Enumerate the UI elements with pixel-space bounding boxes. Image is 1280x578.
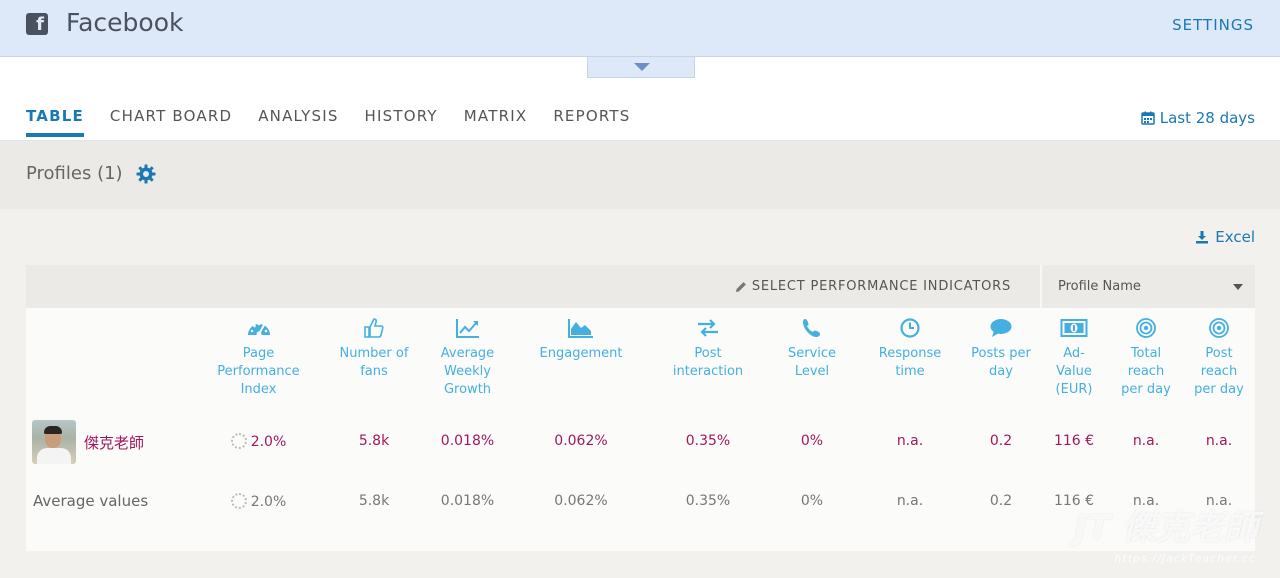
collapse-toggle[interactable] [587,57,695,78]
settings-link[interactable]: SETTINGS [1172,16,1254,34]
kpi-table: SELECT PERFORMANCE INDICATORS Profile Na… [26,265,1255,551]
col-header-label: Number of fans [339,346,409,379]
pie-progress-icon [230,493,247,509]
tab-chart-board[interactable]: CHART BOARD [110,107,232,137]
watermark-logo: JT 傑克老師 [1074,508,1258,548]
col-header-ad-value[interactable]: Ad-Value (EUR) [1050,317,1098,399]
col-header-posts-per-day[interactable]: Posts per day [968,317,1034,381]
col-header-label: Service Level [787,346,837,379]
sort-select[interactable]: Profile Name [1040,265,1255,308]
target-icon [1136,318,1156,338]
tab-table[interactable]: TABLE [26,107,84,137]
tab-reports[interactable]: REPORTS [553,107,630,137]
date-range-label: Last 28 days [1159,109,1255,127]
table-cell: n.a. [1132,433,1160,449]
table-cell: 0% [800,433,824,449]
col-header-label: Engagement [539,346,623,361]
table-cell: 0.018% [440,493,495,509]
excel-label: Excel [1215,228,1255,246]
table-cell: n.a. [896,493,924,509]
table-cell: 0.35% [685,493,731,509]
table-cell: n.a. [896,433,924,449]
table-cell: 5.8k [358,493,390,509]
col-header-interaction[interactable]: Post interaction [663,317,753,381]
tab-history[interactable]: HISTORY [365,107,438,137]
col-header-ppi[interactable]: Page Performance Index [206,317,311,399]
table-cell: 0.35% [685,433,731,449]
caret-down-icon [1233,284,1243,290]
caret-down-icon [634,63,650,71]
table-cell: 2.0% [206,433,311,450]
col-header-label: Ad-Value (EUR) [1055,346,1093,397]
avatar[interactable] [32,420,76,464]
pie-progress-icon [230,433,247,449]
clock-icon [900,318,920,338]
col-header-label: Response time [878,346,942,379]
profiles-title: Profiles (1) [26,163,123,184]
col-header-post-reach[interactable]: Post reach per day [1189,317,1249,399]
table-cell: 0.2 [989,493,1013,509]
area-chart-icon [568,319,593,338]
col-header-label: Post reach per day [1194,346,1244,397]
col-header-response-time[interactable]: Response time [872,317,948,381]
table-cell: 0.062% [554,433,608,449]
table-cell: 5.8k [358,433,390,449]
cell-value: 2.0% [250,494,287,510]
tab-analysis[interactable]: ANALYSIS [258,107,338,137]
speedometer-icon [247,322,270,337]
table-cell: 0% [800,493,824,509]
table-cell: n.a. [1205,433,1233,449]
thumbs-up-icon [364,318,384,338]
excel-export-button[interactable]: Excel [1195,228,1255,246]
profiles-bar: Profiles (1) [0,141,1280,209]
col-header-service-level[interactable]: Service Level [777,317,847,381]
table-cell: 0.018% [440,433,495,449]
col-header-label: Page Performance Index [217,346,300,397]
table-cell: 0.062% [554,493,608,509]
calendar-icon [1140,111,1155,125]
col-header-engagement[interactable]: Engagement [531,317,631,363]
pencil-icon [735,281,746,292]
trend-chart-icon [455,319,479,338]
col-header-total-reach[interactable]: Total reach per day [1116,317,1176,399]
tab-matrix[interactable]: MATRIX [464,107,528,137]
average-values-label: Average values [33,492,149,510]
download-icon [1196,231,1209,244]
profile-name-link[interactable]: 傑克老師 [84,432,144,453]
gear-icon[interactable] [136,164,156,184]
col-header-fans[interactable]: Number of fans [334,317,414,381]
phone-icon [803,319,820,337]
speech-bubble-icon [990,319,1012,337]
col-header-label: Total reach per day [1121,346,1171,397]
select-kpi-label: SELECT PERFORMANCE INDICATORS [751,279,1011,294]
col-header-label: Average Weekly Growth [440,346,495,397]
top-bar: f Facebook SETTINGS [0,0,1280,57]
money-icon [1060,319,1088,337]
col-header-label: Post interaction [672,346,744,379]
target-icon [1209,318,1229,338]
app-title: Facebook [66,8,184,37]
table-cell: 2.0% [206,493,311,510]
col-header-growth[interactable]: Average Weekly Growth [430,317,505,399]
table-cell: 116 € [1053,433,1095,449]
facebook-icon: f [26,13,48,35]
nav-area: TABLE CHART BOARD ANALYSIS HISTORY MATRI… [0,57,1280,141]
date-range-picker[interactable]: Last 28 days [1140,109,1255,127]
sort-select-value: Profile Name [1058,279,1141,294]
cell-value: 2.0% [250,434,287,450]
col-header-label: Posts per day [971,346,1031,379]
select-kpi-button[interactable]: SELECT PERFORMANCE INDICATORS [735,279,1011,294]
swap-arrows-icon [698,319,718,337]
watermark-url: https://JackTeacher.cc [1114,552,1256,565]
tab-bar: TABLE CHART BOARD ANALYSIS HISTORY MATRI… [26,107,656,137]
table-cell: 0.2 [989,433,1013,449]
table-toolbar: SELECT PERFORMANCE INDICATORS Profile Na… [26,265,1255,308]
